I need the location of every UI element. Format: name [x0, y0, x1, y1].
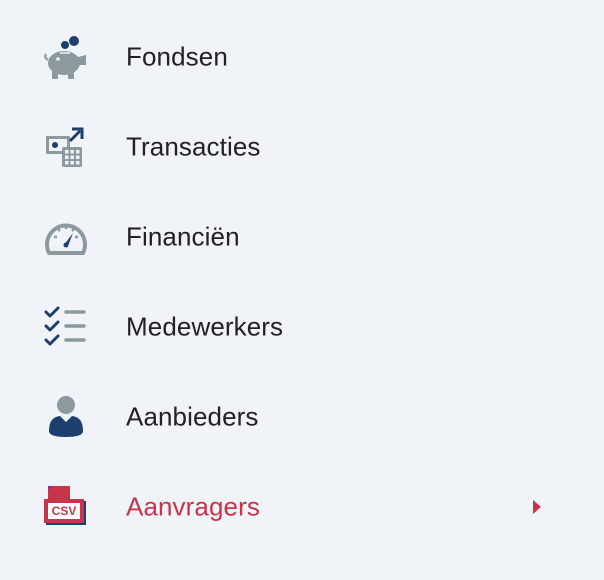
chevron-right-icon	[532, 499, 542, 515]
money-calculator-icon	[40, 121, 92, 173]
csv-icon-text: CSV	[52, 504, 77, 518]
menu-item-label: Aanbieders	[126, 401, 259, 432]
menu-item-medewerkers[interactable]: Medewerkers	[0, 287, 604, 367]
user-icon	[40, 391, 92, 443]
csv-file-icon: CSV	[40, 481, 92, 533]
menu-item-transacties[interactable]: Transacties	[0, 107, 604, 187]
menu-item-aanbieders[interactable]: Aanbieders	[0, 377, 604, 457]
menu-item-label: Aanvragers	[126, 491, 260, 522]
menu-item-label: Medewerkers	[126, 311, 284, 342]
checklist-icon	[40, 301, 92, 353]
piggy-bank-icon	[40, 31, 92, 83]
menu-item-label: Financiën	[126, 221, 240, 252]
menu-item-label: Fondsen	[126, 41, 228, 72]
menu-item-financien[interactable]: Financiën	[0, 197, 604, 277]
menu-item-fondsen[interactable]: Fondsen	[0, 17, 604, 97]
speedometer-icon	[40, 211, 92, 263]
sidebar-menu: Fondsen Transacties Financiën Medewerker…	[0, 0, 604, 580]
menu-item-label: Transacties	[126, 131, 261, 162]
menu-item-aanvragers[interactable]: CSV Aanvragers	[0, 467, 604, 547]
